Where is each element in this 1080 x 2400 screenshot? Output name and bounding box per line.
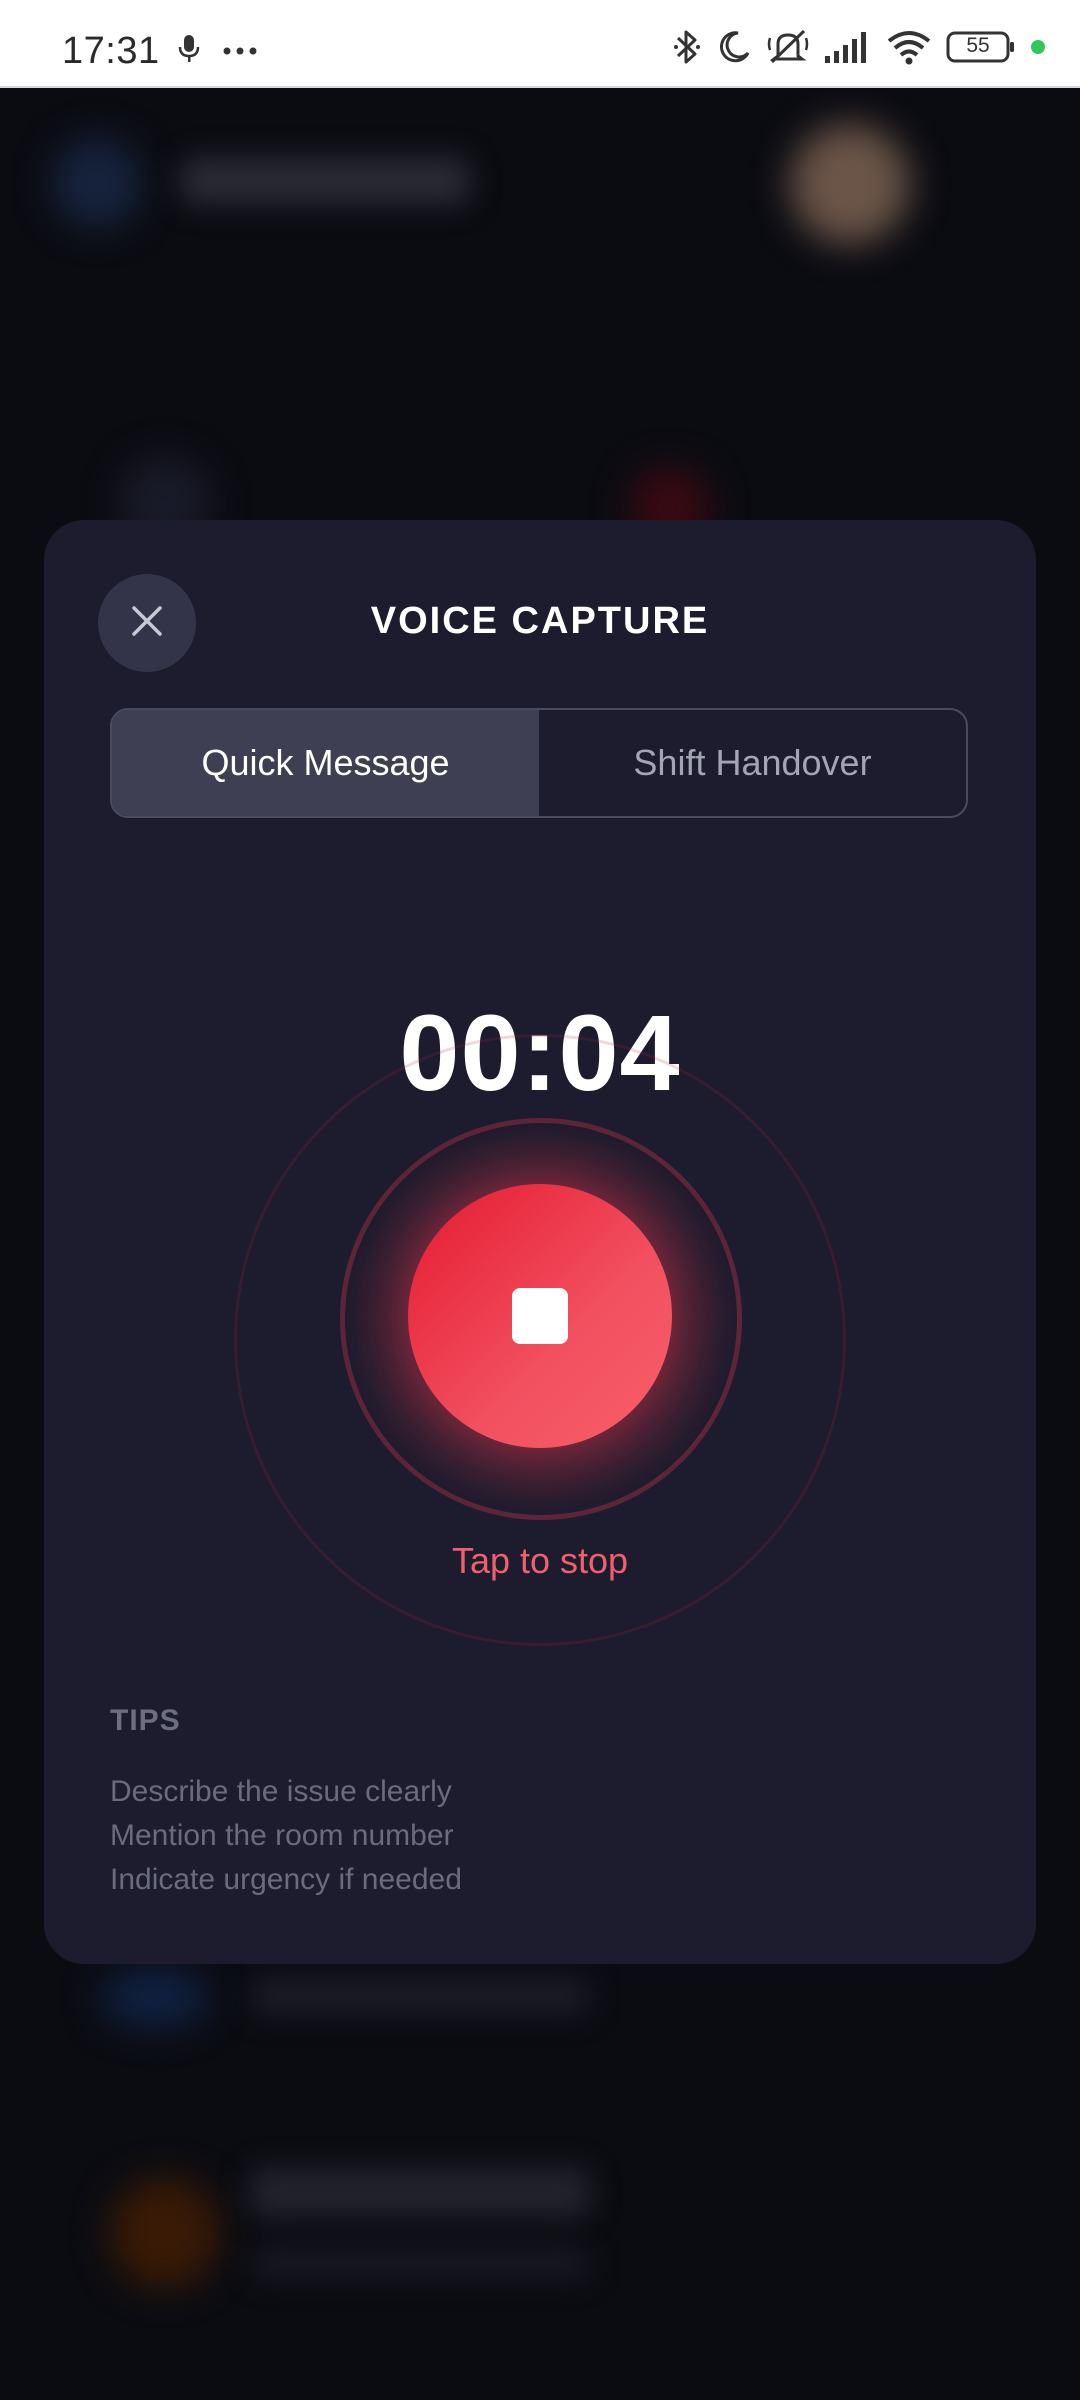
- background-list-icon2-blur: [110, 2178, 220, 2288]
- stop-icon: [512, 1288, 568, 1344]
- wifi-icon: [886, 29, 932, 70]
- tip-item: Describe the issue clearly: [110, 1775, 452, 1808]
- stop-recording-button[interactable]: [408, 1184, 672, 1448]
- background-logo-blur: [52, 138, 142, 228]
- mute-icon: [766, 28, 810, 71]
- status-right-icons: 55: [672, 28, 1046, 71]
- tips-heading: TIPS: [110, 1704, 181, 1737]
- background-list-text2-blur: [250, 2168, 590, 2218]
- bluetooth-icon: [672, 28, 702, 71]
- signal-icon: [824, 30, 872, 69]
- tab-shift-handover[interactable]: Shift Handover: [539, 710, 966, 816]
- status-left-icons: [178, 34, 258, 69]
- mode-selector: Quick Message Shift Handover: [110, 708, 968, 818]
- voice-capture-modal: VOICE CAPTURE Quick Message Shift Handov…: [44, 520, 1036, 1964]
- microphone-icon: [178, 34, 200, 69]
- background-avatar-blur: [790, 124, 910, 244]
- modal-title: VOICE CAPTURE: [370, 600, 710, 642]
- tip-item: Mention the room number: [110, 1819, 454, 1852]
- tab-quick-message[interactable]: Quick Message: [112, 710, 539, 816]
- more-dots-icon: [222, 43, 258, 61]
- status-time: 17:31: [62, 30, 160, 72]
- status-bar: 17:31 55: [0, 0, 1080, 88]
- tap-to-stop-hint: Tap to stop: [451, 1540, 629, 1581]
- privacy-indicator-dot: [1030, 39, 1046, 60]
- battery-icon: 55: [946, 30, 1016, 69]
- background-list-text-blur: [250, 1978, 590, 2014]
- battery-level: 55: [966, 34, 990, 57]
- tip-item: Indicate urgency if needed: [110, 1863, 462, 1896]
- background-list-text3-blur: [250, 2248, 590, 2278]
- background-title-blur: [180, 158, 470, 204]
- tips-list: Describe the issue clearly Mention the r…: [110, 1770, 462, 1902]
- background-list-icon-blur: [100, 1968, 210, 2028]
- moon-icon: [716, 29, 752, 70]
